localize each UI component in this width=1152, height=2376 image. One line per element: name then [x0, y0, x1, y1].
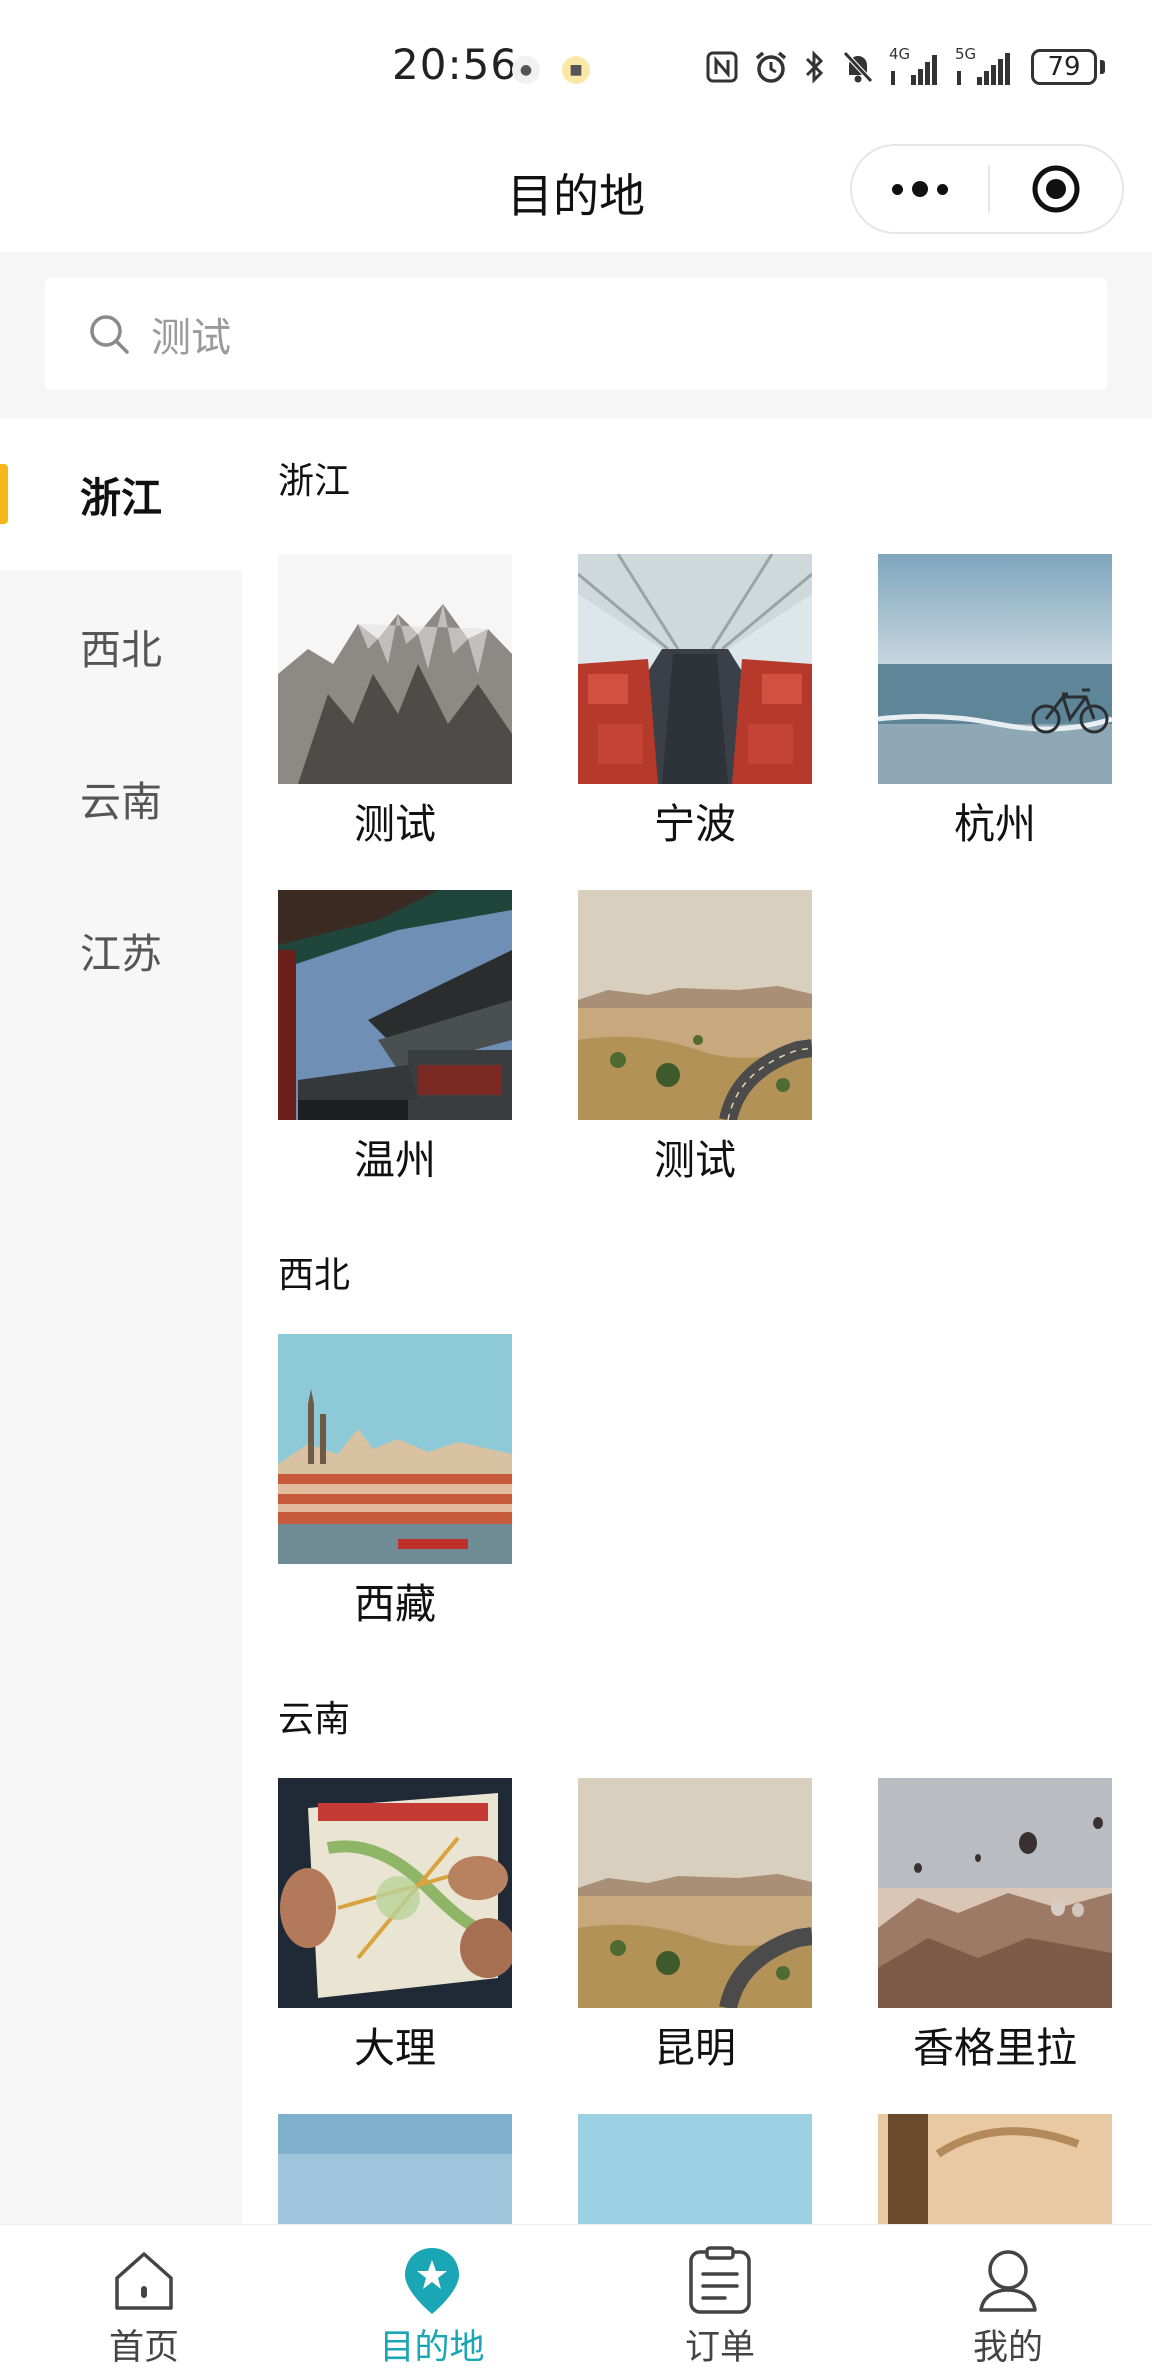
search-placeholder: 测试: [151, 315, 231, 361]
tab-profile[interactable]: 我的: [864, 2225, 1152, 2376]
section-xibei: 西北 西藏: [242, 1196, 1152, 1640]
app-notification-icon: ■: [562, 56, 590, 84]
destination-card[interactable]: 杭州: [878, 554, 1112, 860]
destination-card[interactable]: 昆明: [578, 1778, 812, 2084]
destination-grid: 大理 昆明 香格里拉: [278, 1778, 1152, 2224]
sidebar-item-jiangsu[interactable]: 江苏: [0, 874, 242, 1026]
destination-name: 宁波: [654, 800, 736, 848]
destination-card[interactable]: 测试: [578, 890, 812, 1196]
destination-name: 香格里拉: [913, 2024, 1077, 2072]
destination-card[interactable]: 温州: [278, 890, 512, 1196]
tab-orders[interactable]: 订单: [576, 2225, 864, 2376]
home-icon: [108, 2245, 180, 2317]
destination-card[interactable]: 香格里拉: [878, 1778, 1112, 2084]
tab-label: 订单: [684, 2328, 755, 2368]
destination-card[interactable]: 西藏: [278, 1334, 512, 1640]
beach-bicycle-image: [878, 554, 1112, 784]
search-input[interactable]: 测试: [45, 278, 1107, 390]
hot-air-balloons-image: [878, 1778, 1112, 2008]
sidebar-item-yunnan[interactable]: 云南: [0, 722, 242, 874]
close-button[interactable]: [990, 146, 1122, 232]
section-zhejiang: 浙江 测试 宁波 杭州 温州 测试: [242, 418, 1152, 1196]
battery-tip: [1100, 60, 1105, 74]
mountain-peaks-image: [278, 554, 512, 784]
sidebar-item-xibei[interactable]: 西北: [0, 570, 242, 722]
close-target-icon: [1032, 165, 1080, 213]
bluetooth-icon: [805, 50, 824, 84]
search-icon: [90, 315, 129, 354]
section-title: 云南: [278, 1699, 351, 1740]
mute-bell-icon: [843, 51, 873, 83]
more-dot-icon: [892, 183, 903, 195]
destination-card[interactable]: [278, 2114, 512, 2224]
more-dot-icon: [912, 181, 928, 197]
alarm-icon: [755, 51, 787, 83]
sidebar-item-label: 西北: [80, 626, 162, 674]
section-title: 浙江: [278, 461, 351, 502]
destination-name: 昆明: [654, 2024, 736, 2072]
destination-name: 杭州: [954, 800, 1036, 848]
status-time: 20:56: [392, 40, 519, 89]
sidebar-item-label: 江苏: [80, 930, 162, 978]
status-bar: 20:56 ● ■ 4G 5G 79: [0, 0, 1152, 130]
active-indicator: [0, 464, 8, 524]
destination-card[interactable]: [878, 2114, 1112, 2224]
section-title: 西北: [278, 1255, 351, 1296]
sidebar-item-label: 浙江: [80, 474, 162, 522]
more-button[interactable]: [852, 146, 988, 232]
desert-road-image: [578, 1778, 812, 2008]
sky-image: [578, 2114, 812, 2224]
destination-grid: 西藏: [278, 1334, 1152, 1640]
bottom-tab-bar: 首页 目的地 订单 我的: [0, 2224, 1152, 2376]
mini-program-capsule: [850, 144, 1124, 234]
category-sidebar: 浙江 西北 云南 江苏: [0, 418, 242, 2224]
destination-name: 西藏: [354, 1580, 436, 1628]
sky-image: [278, 2114, 512, 2224]
location-star-icon: [396, 2245, 468, 2317]
more-dot-icon: [937, 183, 948, 195]
status-indicators: 4G 5G 79: [705, 44, 1105, 90]
tab-destination[interactable]: 目的地: [288, 2225, 576, 2376]
signal-4g-icon: 4G: [889, 45, 941, 87]
desert-road-image: [578, 890, 812, 1120]
tab-label: 首页: [108, 2328, 179, 2368]
pagoda-roof-image: [278, 890, 512, 1120]
destination-card[interactable]: [578, 2114, 812, 2224]
train-interior-image: [578, 554, 812, 784]
user-icon: [972, 2245, 1044, 2317]
search-area: 测试: [0, 252, 1152, 418]
destination-card[interactable]: 测试: [278, 554, 512, 860]
sidebar-item-label: 云南: [80, 778, 162, 826]
destination-card[interactable]: 大理: [278, 1778, 512, 2084]
castle-city-image: [278, 1334, 512, 1564]
destination-list: 浙江 测试 宁波 杭州 温州 测试 西北 西藏 云南 大理 昆明 香格里拉: [242, 418, 1152, 2224]
tab-label: 目的地: [379, 2328, 485, 2368]
signal-5g-icon: 5G: [955, 45, 1017, 87]
destination-name: 大理: [354, 2024, 436, 2072]
palm-tree-image: [878, 2114, 1112, 2224]
sidebar-item-zhejiang[interactable]: 浙江: [0, 418, 242, 570]
destination-grid: 测试 宁波 杭州 温州 测试: [278, 554, 1152, 1196]
battery-level: 79: [1031, 49, 1097, 85]
battery-indicator: 79: [1031, 49, 1105, 85]
nfc-icon: [706, 51, 738, 83]
tab-label: 我的: [972, 2328, 1043, 2368]
destination-name: 温州: [354, 1136, 436, 1184]
section-yunnan: 云南 大理 昆明 香格里拉: [242, 1640, 1152, 2224]
hands-map-image: [278, 1778, 512, 2008]
chat-notification-icon: ●: [512, 56, 540, 84]
order-clipboard-icon: [684, 2245, 756, 2317]
destination-card[interactable]: 宁波: [578, 554, 812, 860]
destination-name: 测试: [354, 800, 436, 848]
app-root: 20:56 ● ■ 4G 5G 79 目的地 测试 浙江 西北 云南 江苏 浙江…: [0, 0, 1152, 2376]
tab-home[interactable]: 首页: [0, 2225, 288, 2376]
navigation-bar: 目的地: [0, 130, 1152, 252]
destination-name: 测试: [654, 1136, 736, 1184]
